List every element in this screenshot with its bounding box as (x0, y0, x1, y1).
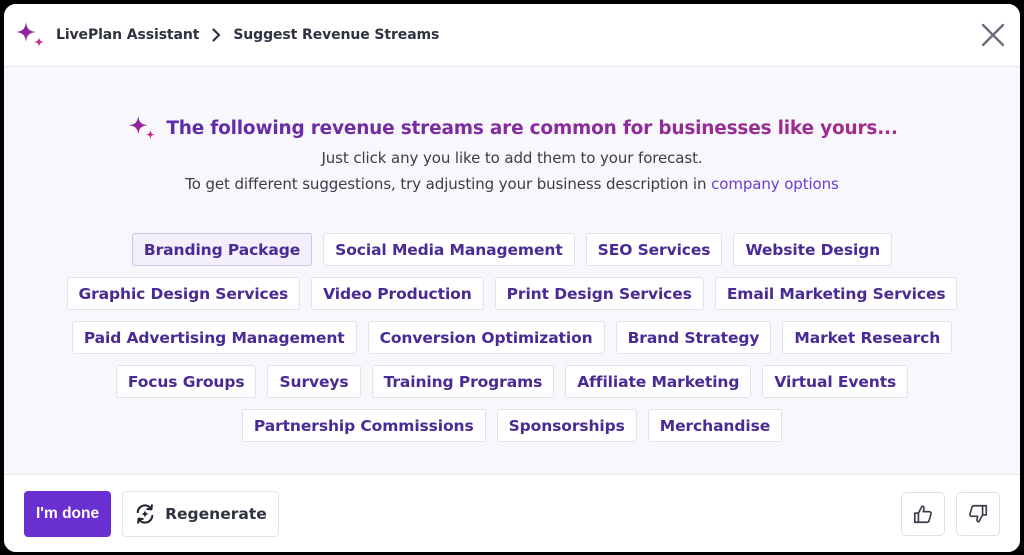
revenue-stream-chip[interactable]: Social Media Management (323, 233, 575, 266)
im-done-button[interactable]: I'm done (24, 490, 112, 537)
revenue-stream-chip[interactable]: Website Design (733, 233, 893, 266)
revenue-stream-chip[interactable]: Video Production (311, 277, 484, 310)
revenue-stream-chip[interactable]: Partnership Commissions (241, 409, 486, 442)
feedback-buttons (901, 491, 1000, 536)
revenue-stream-chip[interactable]: Affiliate Marketing (565, 365, 752, 398)
dialog-body: The following revenue streams are common… (4, 67, 1020, 474)
hint-prefix: To get different suggestions, try adjust… (185, 175, 712, 193)
suggest-revenue-dialog: LivePlan Assistant Suggest Revenue Strea… (4, 4, 1020, 552)
revenue-stream-chip[interactable]: SEO Services (585, 233, 723, 266)
thumbs-up-button[interactable] (901, 491, 945, 536)
thumbs-down-icon (969, 504, 988, 523)
revenue-stream-chip[interactable]: Merchandise (647, 409, 783, 442)
revenue-stream-chip[interactable]: Graphic Design Services (66, 277, 301, 310)
thumbs-up-icon (913, 504, 932, 523)
breadcrumb-current-page: Suggest Revenue Streams (233, 27, 440, 43)
revenue-stream-chip[interactable]: Conversion Optimization (367, 321, 605, 354)
sparkle-icon (14, 20, 46, 50)
revenue-stream-chip[interactable]: Virtual Events (762, 365, 909, 398)
hint-text: To get different suggestions, try adjust… (185, 175, 839, 193)
revenue-stream-chip[interactable]: Focus Groups (115, 365, 257, 398)
close-button[interactable] (976, 18, 1010, 52)
revenue-stream-chip[interactable]: Sponsorships (496, 409, 637, 442)
instruction-text: Just click any you like to add them to y… (321, 149, 703, 167)
dialog-header: LivePlan Assistant Suggest Revenue Strea… (4, 4, 1020, 67)
revenue-stream-chip[interactable]: Paid Advertising Management (71, 321, 357, 354)
headline-text: The following revenue streams are common… (166, 117, 898, 139)
revenue-stream-chip[interactable]: Market Research (782, 321, 953, 354)
regenerate-label: Regenerate (165, 504, 267, 523)
revenue-stream-chip[interactable]: Brand Strategy (615, 321, 772, 354)
close-icon (981, 23, 1005, 47)
chevron-right-icon (212, 28, 221, 42)
revenue-stream-chip[interactable]: Training Programs (371, 365, 555, 398)
sparkle-icon (126, 114, 158, 142)
dialog-footer: I'm done Regenerate (4, 474, 1020, 552)
regenerate-icon (136, 503, 154, 524)
company-options-link[interactable]: company options (711, 175, 839, 193)
revenue-stream-chip[interactable]: Branding Package (131, 233, 313, 266)
revenue-stream-chips: Branding Package Social Media Management S… (42, 233, 982, 442)
breadcrumb-liveplan-assistant[interactable]: LivePlan Assistant (56, 27, 199, 43)
revenue-stream-chip[interactable]: Surveys (267, 365, 361, 398)
revenue-stream-chip[interactable]: Email Marketing Services (714, 277, 958, 310)
revenue-stream-chip[interactable]: Print Design Services (494, 277, 704, 310)
headline: The following revenue streams are common… (126, 114, 898, 142)
regenerate-button[interactable]: Regenerate (122, 490, 279, 537)
thumbs-down-button[interactable] (956, 491, 1000, 536)
